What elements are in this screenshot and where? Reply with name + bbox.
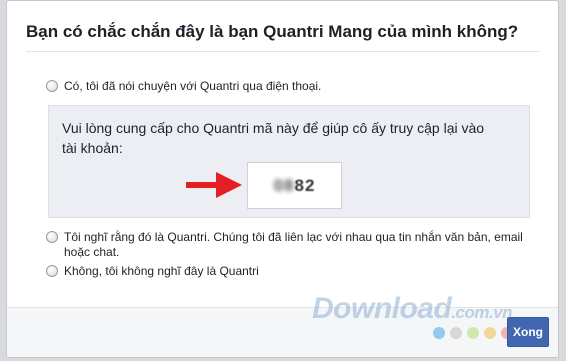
dialog-title: Bạn có chắc chắn đây là bạn Quantri Mang… — [26, 22, 519, 41]
radio-button[interactable] — [46, 265, 58, 277]
code-visible-part: 82 — [294, 175, 316, 195]
title-divider — [26, 51, 539, 52]
code-hidden-part: 08 — [273, 175, 295, 195]
decor-dot — [484, 327, 496, 339]
decorative-dots — [433, 327, 513, 339]
option-label: Không, tôi không nghĩ đây là Quantri — [64, 264, 259, 278]
radio-button[interactable] — [46, 80, 58, 92]
radio-button[interactable] — [46, 231, 58, 243]
option-label: Tôi nghĩ rằng đó là Quantri. Chúng tôi đ… — [64, 230, 523, 259]
watermark-logo: Download.com.vn — [312, 292, 513, 326]
option-phone[interactable]: Có, tôi đã nói chuyện với Quantri qua đi… — [46, 79, 526, 94]
security-code: 08 82 — [247, 162, 342, 209]
option-label: Có, tôi đã nói chuyện với Quantri qua đi… — [64, 79, 322, 93]
watermark-brand: Download — [312, 292, 452, 325]
arrow-right-icon — [186, 172, 242, 198]
decor-dot — [450, 327, 462, 339]
decor-dot — [433, 327, 445, 339]
done-button[interactable]: Xong — [507, 317, 549, 347]
panel-instruction: Vui lòng cung cấp cho Quantri mã này để … — [62, 120, 485, 156]
option-message[interactable]: Tôi nghĩ rằng đó là Quantri. Chúng tôi đ… — [46, 230, 526, 260]
decor-dot — [467, 327, 479, 339]
watermark-domain: .com.vn — [451, 303, 513, 322]
code-panel: Vui lòng cung cấp cho Quantri mã này để … — [48, 105, 530, 218]
option-not-friend[interactable]: Không, tôi không nghĩ đây là Quantri — [46, 264, 526, 279]
